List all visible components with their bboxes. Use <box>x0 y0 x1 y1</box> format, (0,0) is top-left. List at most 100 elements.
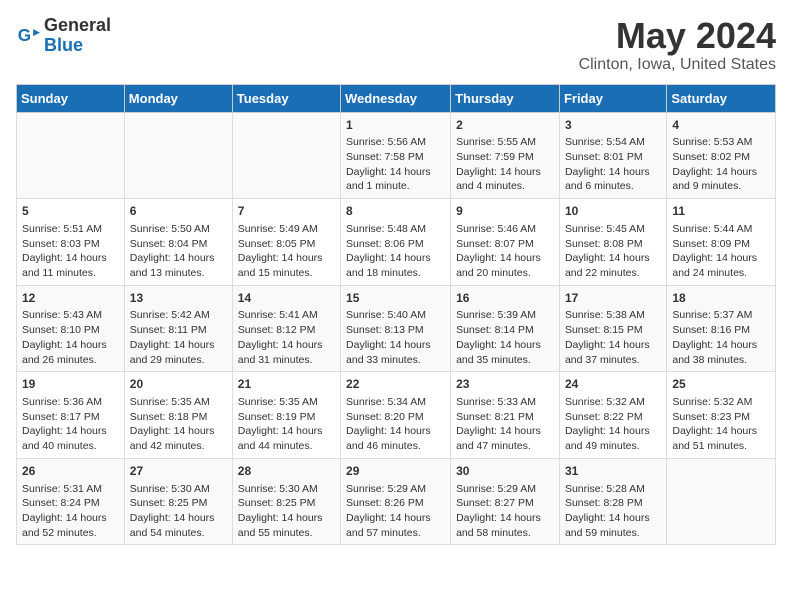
day-info: Daylight: 14 hours <box>565 251 661 266</box>
weekday-header-sunday: Sunday <box>17 84 125 112</box>
day-number: 6 <box>130 203 227 220</box>
day-info: Sunrise: 5:35 AM <box>130 395 227 410</box>
day-number: 14 <box>238 290 335 307</box>
svg-text:G: G <box>18 25 31 45</box>
calendar-day: 27Sunrise: 5:30 AMSunset: 8:25 PMDayligh… <box>124 458 232 545</box>
day-info: Sunrise: 5:51 AM <box>22 222 119 237</box>
day-number: 27 <box>130 463 227 480</box>
calendar-day: 29Sunrise: 5:29 AMSunset: 8:26 PMDayligh… <box>341 458 451 545</box>
day-info: Sunrise: 5:30 AM <box>238 482 335 497</box>
day-info: Daylight: 14 hours <box>346 251 445 266</box>
calendar-day: 5Sunrise: 5:51 AMSunset: 8:03 PMDaylight… <box>17 199 125 286</box>
day-info: Sunset: 8:21 PM <box>456 410 554 425</box>
calendar-day: 19Sunrise: 5:36 AMSunset: 8:17 PMDayligh… <box>17 372 125 459</box>
calendar-day: 7Sunrise: 5:49 AMSunset: 8:05 PMDaylight… <box>232 199 340 286</box>
day-number: 4 <box>672 117 770 134</box>
day-info: and 11 minutes. <box>22 266 119 281</box>
day-info: Sunset: 7:58 PM <box>346 150 445 165</box>
calendar-day: 21Sunrise: 5:35 AMSunset: 8:19 PMDayligh… <box>232 372 340 459</box>
calendar-day: 16Sunrise: 5:39 AMSunset: 8:14 PMDayligh… <box>451 285 560 372</box>
day-info: Sunset: 8:27 PM <box>456 496 554 511</box>
day-info: Daylight: 14 hours <box>565 165 661 180</box>
day-info: and 42 minutes. <box>130 439 227 454</box>
day-info: Sunset: 8:24 PM <box>22 496 119 511</box>
calendar-day: 18Sunrise: 5:37 AMSunset: 8:16 PMDayligh… <box>667 285 776 372</box>
day-number: 30 <box>456 463 554 480</box>
day-info: and 40 minutes. <box>22 439 119 454</box>
weekday-header-saturday: Saturday <box>667 84 776 112</box>
day-info: and 29 minutes. <box>130 353 227 368</box>
day-info: Daylight: 14 hours <box>565 338 661 353</box>
day-info: Daylight: 14 hours <box>672 424 770 439</box>
day-number: 1 <box>346 117 445 134</box>
day-info: Sunrise: 5:37 AM <box>672 308 770 323</box>
day-info: and 13 minutes. <box>130 266 227 281</box>
calendar-day: 14Sunrise: 5:41 AMSunset: 8:12 PMDayligh… <box>232 285 340 372</box>
day-info: Sunset: 8:05 PM <box>238 237 335 252</box>
day-info: Sunset: 8:20 PM <box>346 410 445 425</box>
day-number: 18 <box>672 290 770 307</box>
day-info: and 18 minutes. <box>346 266 445 281</box>
calendar-day: 11Sunrise: 5:44 AMSunset: 8:09 PMDayligh… <box>667 199 776 286</box>
calendar-day: 2Sunrise: 5:55 AMSunset: 7:59 PMDaylight… <box>451 112 560 199</box>
day-number: 13 <box>130 290 227 307</box>
day-info: Sunset: 8:23 PM <box>672 410 770 425</box>
day-info: Daylight: 14 hours <box>456 338 554 353</box>
day-info: Daylight: 14 hours <box>456 165 554 180</box>
day-info: Sunrise: 5:34 AM <box>346 395 445 410</box>
page-header: G General Blue May 2024 Clinton, Iowa, U… <box>16 16 776 74</box>
day-number: 5 <box>22 203 119 220</box>
day-info: and 24 minutes. <box>672 266 770 281</box>
day-info: Sunrise: 5:53 AM <box>672 135 770 150</box>
calendar-day: 28Sunrise: 5:30 AMSunset: 8:25 PMDayligh… <box>232 458 340 545</box>
day-info: Sunrise: 5:42 AM <box>130 308 227 323</box>
day-info: Sunset: 8:28 PM <box>565 496 661 511</box>
day-number: 12 <box>22 290 119 307</box>
calendar-week-2: 5Sunrise: 5:51 AMSunset: 8:03 PMDaylight… <box>17 199 776 286</box>
calendar-day: 23Sunrise: 5:33 AMSunset: 8:21 PMDayligh… <box>451 372 560 459</box>
day-info: Sunrise: 5:40 AM <box>346 308 445 323</box>
day-info: Daylight: 14 hours <box>22 251 119 266</box>
weekday-header-tuesday: Tuesday <box>232 84 340 112</box>
day-info: Daylight: 14 hours <box>346 424 445 439</box>
logo-line2: Blue <box>44 35 83 55</box>
day-info: Sunrise: 5:39 AM <box>456 308 554 323</box>
day-info: Sunrise: 5:56 AM <box>346 135 445 150</box>
day-info: and 37 minutes. <box>565 353 661 368</box>
day-number: 26 <box>22 463 119 480</box>
calendar-day: 24Sunrise: 5:32 AMSunset: 8:22 PMDayligh… <box>559 372 666 459</box>
calendar-day: 6Sunrise: 5:50 AMSunset: 8:04 PMDaylight… <box>124 199 232 286</box>
day-info: Sunrise: 5:46 AM <box>456 222 554 237</box>
day-info: and 31 minutes. <box>238 353 335 368</box>
day-info: Sunset: 8:13 PM <box>346 323 445 338</box>
day-number: 15 <box>346 290 445 307</box>
day-info: and 44 minutes. <box>238 439 335 454</box>
day-info: and 33 minutes. <box>346 353 445 368</box>
day-info: Sunrise: 5:32 AM <box>565 395 661 410</box>
day-number: 29 <box>346 463 445 480</box>
logo-line1: General <box>44 15 111 35</box>
day-number: 31 <box>565 463 661 480</box>
day-info: Sunset: 8:25 PM <box>130 496 227 511</box>
day-info: and 52 minutes. <box>22 526 119 541</box>
day-number: 23 <box>456 376 554 393</box>
day-number: 7 <box>238 203 335 220</box>
calendar-day: 31Sunrise: 5:28 AMSunset: 8:28 PMDayligh… <box>559 458 666 545</box>
calendar-day <box>17 112 125 199</box>
day-info: Sunrise: 5:29 AM <box>346 482 445 497</box>
calendar-week-5: 26Sunrise: 5:31 AMSunset: 8:24 PMDayligh… <box>17 458 776 545</box>
day-info: Daylight: 14 hours <box>22 338 119 353</box>
day-number: 24 <box>565 376 661 393</box>
calendar-day: 3Sunrise: 5:54 AMSunset: 8:01 PMDaylight… <box>559 112 666 199</box>
day-info: Sunrise: 5:35 AM <box>238 395 335 410</box>
day-info: Daylight: 14 hours <box>238 338 335 353</box>
day-info: Daylight: 14 hours <box>346 165 445 180</box>
day-number: 20 <box>130 376 227 393</box>
day-info: Sunrise: 5:54 AM <box>565 135 661 150</box>
day-info: and 20 minutes. <box>456 266 554 281</box>
day-info: Daylight: 14 hours <box>22 424 119 439</box>
day-info: Sunrise: 5:38 AM <box>565 308 661 323</box>
calendar-day: 10Sunrise: 5:45 AMSunset: 8:08 PMDayligh… <box>559 199 666 286</box>
day-info: Sunset: 8:26 PM <box>346 496 445 511</box>
day-info: and 54 minutes. <box>130 526 227 541</box>
